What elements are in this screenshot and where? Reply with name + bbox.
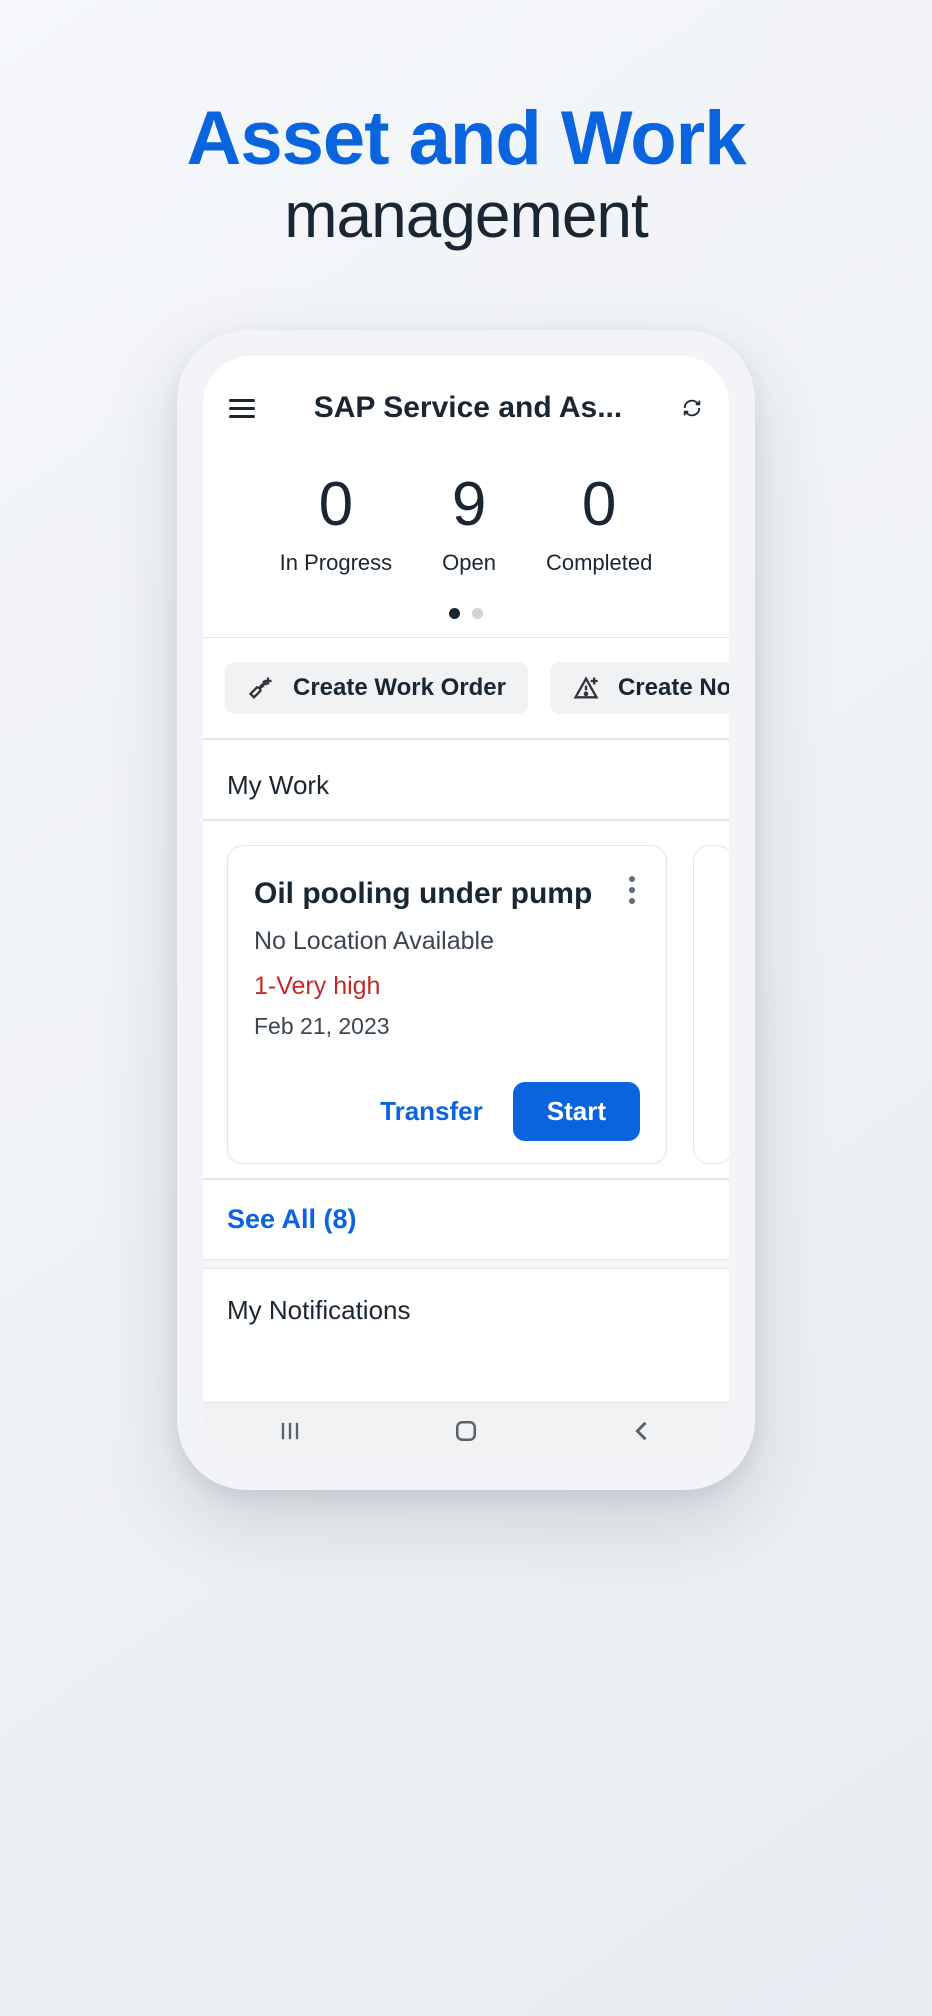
transfer-button[interactable]: Transfer [380,1096,483,1127]
back-button[interactable] [628,1417,656,1450]
stat-open[interactable]: 9 Open [442,474,496,576]
home-button[interactable] [451,1416,481,1451]
stat-label: Completed [546,550,652,576]
menu-icon[interactable] [229,399,255,418]
page-indicator [203,586,729,637]
section-divider [203,1259,729,1269]
work-card-next-peek[interactable] [693,845,729,1164]
alert-plus-icon [572,674,600,702]
recents-button[interactable] [276,1417,304,1450]
my-work-heading: My Work [203,740,729,821]
button-label: Create Notificati [618,674,729,702]
stat-value: 0 [546,474,652,536]
title-line-2: management [0,178,932,252]
work-card[interactable]: Oil pooling under pump No Location Avail… [227,845,667,1164]
quick-actions-row: Create Work Order Create Notificati [203,638,729,740]
work-cards-scroll[interactable]: Oil pooling under pump No Location Avail… [203,821,729,1164]
title-line-1: Asset and Work [0,95,932,182]
work-card-title: Oil pooling under pump [254,874,640,913]
create-notification-button[interactable]: Create Notificati [550,662,729,714]
sync-icon[interactable] [681,397,703,419]
button-label: Create Work Order [293,674,506,702]
android-nav-bar [203,1402,729,1464]
my-notifications-heading: My Notifications [203,1269,729,1336]
phone-screen: SAP Service and As... 0 In Progress 9 Op… [203,356,729,1464]
stat-value: 9 [442,474,496,536]
marketing-title: Asset and Work management [0,0,932,252]
work-card-priority: 1-Very high [254,972,640,1001]
work-card-location: No Location Available [254,927,640,956]
stat-value: 0 [280,474,393,536]
see-all-link[interactable]: See All (8) [227,1204,357,1234]
phone-mockup-frame: SAP Service and As... 0 In Progress 9 Op… [177,330,755,1490]
work-card-date: Feb 21, 2023 [254,1013,640,1040]
stats-row: 0 In Progress 9 Open 0 Completed [203,460,729,586]
work-card-actions: Transfer Start [254,1082,640,1141]
app-title: SAP Service and As... [255,391,681,425]
page-dot-active[interactable] [449,608,460,619]
stat-in-progress[interactable]: 0 In Progress [280,474,393,576]
see-all-wrap: See All (8) [203,1178,729,1259]
stat-completed[interactable]: 0 Completed [546,474,652,576]
start-button[interactable]: Start [513,1082,640,1141]
page-dot[interactable] [472,608,483,619]
create-work-order-button[interactable]: Create Work Order [225,662,528,714]
stat-label: In Progress [280,550,393,576]
kebab-menu-icon[interactable] [620,876,644,904]
app-bar: SAP Service and As... [203,356,729,460]
wrench-plus-icon [247,674,275,702]
stat-label: Open [442,550,496,576]
